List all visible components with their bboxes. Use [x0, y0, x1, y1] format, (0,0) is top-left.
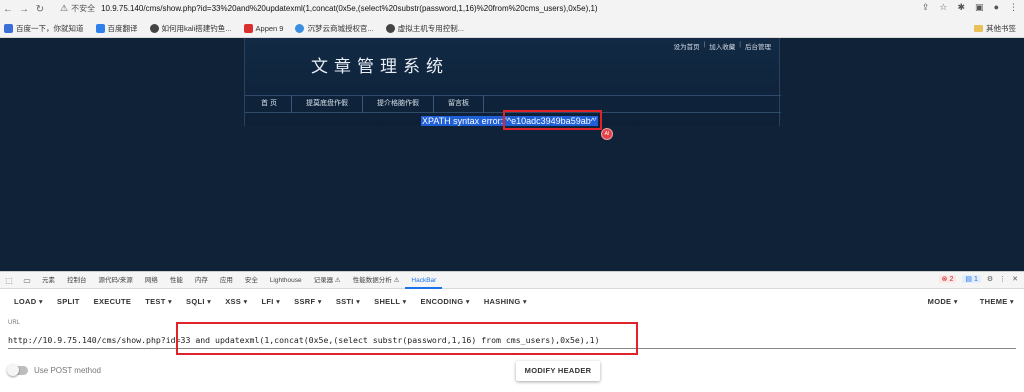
forward-icon[interactable]: →: [16, 4, 32, 15]
hackbar-menu: LOAD ▾ SPLIT EXECUTE TEST ▾ SQLI ▾ XSS ▾…: [0, 289, 1024, 313]
load-button[interactable]: LOAD ▾: [0, 297, 50, 306]
tab-console[interactable]: 控制台: [61, 272, 93, 289]
tab-performance-insights[interactable]: 性能数据分析 ⚠: [347, 272, 406, 289]
encoding-menu[interactable]: ENCODING ▾: [414, 297, 477, 306]
devtools-right-controls: ⊗ 2 ▤ 1 ⚙ ⋮ ✕: [938, 275, 1018, 283]
site-top-links: 设为首页 | 加入收藏 | 后台管理: [674, 41, 771, 51]
toolbar-icons: ⇪ ☆ ✱ ▣ ● ⋮: [922, 2, 1018, 13]
message-count-badge[interactable]: ▤ 1: [962, 275, 981, 283]
bookmark-item[interactable]: Appen 9: [243, 23, 283, 33]
device-toggle-icon[interactable]: ▭: [18, 276, 36, 285]
highlight-box: [503, 110, 602, 130]
other-bookmarks[interactable]: 其他书签: [974, 23, 1016, 34]
admin-link[interactable]: 后台管理: [745, 41, 771, 51]
reload-icon[interactable]: ↻: [32, 4, 48, 15]
menu-icon[interactable]: ⋮: [1009, 2, 1018, 13]
hashing-menu[interactable]: HASHING ▾: [477, 297, 534, 306]
nav-guestbook[interactable]: 留言板: [434, 95, 484, 113]
warning-icon[interactable]: ⚠: [60, 3, 68, 14]
tab-security[interactable]: 安全: [239, 272, 264, 289]
bookmark-icon: [149, 23, 159, 33]
shell-menu[interactable]: SHELL ▾: [367, 297, 413, 306]
xss-menu[interactable]: XSS ▾: [218, 297, 254, 306]
ssti-menu[interactable]: SSTI ▾: [329, 297, 367, 306]
more-icon[interactable]: ⋮: [999, 275, 1006, 283]
website-viewport: 设为首页 | 加入收藏 | 后台管理 文章管理系统 首 页 提莫底盘作假 提介格…: [0, 38, 1024, 271]
test-menu[interactable]: TEST ▾: [138, 297, 179, 306]
post-method-label: Use POST method: [34, 365, 101, 375]
divider: |: [739, 41, 741, 48]
lfi-menu[interactable]: LFI ▾: [255, 297, 288, 306]
bookmark-item[interactable]: 虚拟主机专用控制...: [385, 23, 464, 34]
profile-icon[interactable]: ●: [994, 2, 999, 13]
mode-menu[interactable]: MODE ▾: [928, 297, 958, 306]
extensions-icon[interactable]: ✱: [958, 2, 966, 13]
split-button[interactable]: SPLIT: [50, 297, 87, 306]
ssrf-menu[interactable]: SSRF ▾: [287, 297, 329, 306]
hackbar-right-menu: MODE ▾ THEME ▾: [928, 289, 1014, 313]
theme-menu[interactable]: THEME ▾: [980, 297, 1014, 306]
error-count-badge[interactable]: ⊗ 2: [938, 275, 957, 283]
settings-icon[interactable]: ⚙: [987, 275, 993, 283]
xpath-error-prefix: XPATH syntax error:: [421, 116, 505, 126]
bookmark-icon: [95, 23, 105, 33]
ai-badge-icon[interactable]: AI: [601, 128, 613, 140]
nav-item[interactable]: 提介格脑作假: [363, 95, 434, 113]
sqli-menu[interactable]: SQLI ▾: [179, 297, 218, 306]
devtools-tabbar: ⬚ ▭ 元素 控制台 源代码/来源 网络 性能 内存 应用 安全 Lightho…: [0, 271, 1024, 289]
sidepanel-icon[interactable]: ▣: [975, 2, 984, 13]
bookmark-item[interactable]: 百度一下，你就知道: [4, 23, 84, 34]
tab-network[interactable]: 网络: [139, 272, 164, 289]
nav-item[interactable]: 提莫底盘作假: [292, 95, 363, 113]
address-url[interactable]: 10.9.75.140/cms/show.php?id=33%20and%20u…: [101, 4, 598, 13]
bookmark-item[interactable]: 如何用kali搭建钓鱼...: [149, 23, 232, 34]
bookmark-icon: [295, 23, 305, 33]
url-highlight-box: [176, 322, 638, 355]
insecure-label[interactable]: 不安全: [71, 3, 95, 14]
browser-chrome: ← → ↻ ⚠ 不安全 10.9.75.140/cms/show.php?id=…: [0, 0, 1024, 38]
modify-header-button[interactable]: MODIFY HEADER: [516, 361, 600, 381]
tab-memory[interactable]: 内存: [189, 272, 214, 289]
tab-hackbar[interactable]: HackBar: [405, 272, 443, 289]
bookmark-item[interactable]: 百度翻译: [95, 23, 138, 34]
post-method-row: Use POST method: [7, 363, 101, 377]
bookmark-icon: [243, 23, 253, 33]
bookmark-icon: [385, 23, 395, 33]
tab-elements[interactable]: 元素: [36, 272, 61, 289]
tab-sources[interactable]: 源代码/来源: [93, 272, 139, 289]
bookmark-icon: [4, 23, 13, 33]
folder-icon: [974, 25, 983, 32]
bookmarks-bar: 百度一下，你就知道 百度翻译 如何用kali搭建钓鱼... Appen 9 沉梦…: [0, 19, 1024, 37]
close-icon[interactable]: ✕: [1012, 275, 1018, 283]
back-icon[interactable]: ←: [0, 4, 16, 15]
share-icon[interactable]: ⇪: [922, 2, 930, 13]
site-title: 文章管理系统: [311, 57, 449, 77]
tab-recorder[interactable]: 记录器 ⚠: [308, 272, 347, 289]
execute-button[interactable]: EXECUTE: [87, 297, 139, 306]
tab-performance[interactable]: 性能: [164, 272, 189, 289]
divider: |: [703, 41, 706, 48]
post-method-toggle[interactable]: [7, 363, 28, 376]
set-home-link[interactable]: 设为首页: [674, 41, 700, 51]
tab-application[interactable]: 应用: [214, 272, 239, 289]
inspect-icon[interactable]: ⬚: [0, 276, 18, 285]
address-row: ← → ↻ ⚠ 不安全 10.9.75.140/cms/show.php?id=…: [0, 0, 1024, 18]
address-bar[interactable]: ⚠ 不安全 10.9.75.140/cms/show.php?id=33%20a…: [60, 1, 900, 16]
url-label: URL: [8, 320, 21, 326]
nav-home[interactable]: 首 页: [245, 95, 292, 113]
add-favorite-link[interactable]: 加入收藏: [709, 41, 735, 51]
tab-lighthouse[interactable]: Lighthouse: [264, 272, 308, 289]
star-icon[interactable]: ☆: [939, 2, 947, 13]
bookmark-item[interactable]: 沉梦云商城授权官...: [295, 23, 374, 34]
